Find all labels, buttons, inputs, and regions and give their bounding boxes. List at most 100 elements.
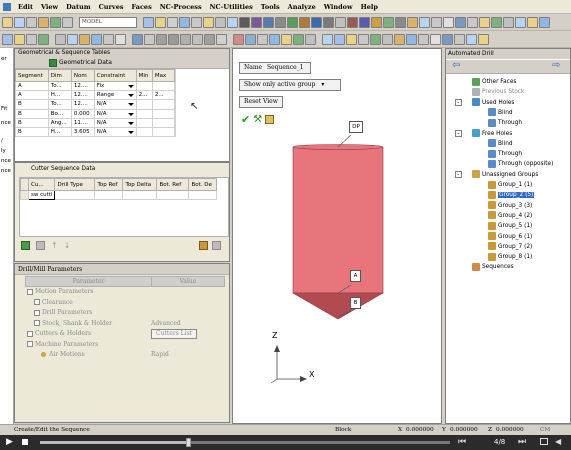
tree-item[interactable]: Free Holes xyxy=(472,129,512,139)
menu-analyze[interactable]: Analyze xyxy=(284,3,320,11)
tree-item[interactable]: Previous Stock xyxy=(472,87,524,97)
parameter-row[interactable]: Drill Parameters xyxy=(17,308,229,318)
toolbar-icon[interactable] xyxy=(293,33,304,45)
drill-model-canvas[interactable] xyxy=(233,49,441,423)
toolbar-icon[interactable] xyxy=(431,16,442,28)
move-up-icon[interactable]: ↑ xyxy=(51,241,58,250)
toolbar-icon[interactable] xyxy=(156,33,167,45)
dp-label[interactable]: DP xyxy=(349,121,363,133)
column-header[interactable]: Bot. De xyxy=(188,178,218,191)
toolbar-icon[interactable] xyxy=(50,16,61,28)
menu-ncutilities[interactable]: NC-Utilities xyxy=(206,3,257,11)
toolbar-icon[interactable] xyxy=(443,16,454,28)
dropdown-arrow-icon[interactable] xyxy=(127,83,134,89)
toolbar-icon[interactable] xyxy=(407,16,418,28)
tree-item[interactable]: Group_3 (3) xyxy=(488,201,532,211)
timeline-track[interactable] xyxy=(40,438,450,447)
dropdown-arrow-icon[interactable] xyxy=(127,120,134,126)
toolbar-icon[interactable] xyxy=(269,33,280,45)
parameter-checkbox[interactable] xyxy=(34,320,40,326)
toolbar-icon[interactable] xyxy=(503,16,514,28)
toolbar-icon[interactable] xyxy=(359,16,370,28)
toolbar-icon[interactable] xyxy=(245,33,256,45)
table-cell-dim[interactable]: Ang... xyxy=(47,117,72,128)
stop-icon[interactable] xyxy=(22,439,28,445)
toolbar-icon[interactable] xyxy=(132,33,143,45)
toolbar-icon[interactable] xyxy=(180,33,191,45)
toolbar-icon[interactable] xyxy=(539,16,550,28)
cutters-list-button[interactable]: Cutters List xyxy=(151,329,198,339)
table-cell-segment[interactable]: A xyxy=(15,80,49,92)
toolbar-icon[interactable] xyxy=(179,16,190,28)
tree-item[interactable]: Blind xyxy=(488,139,513,149)
dropdown-arrow-icon[interactable] xyxy=(127,92,134,98)
volume-icon[interactable]: ◀ xyxy=(555,437,561,446)
toolbar-icon[interactable] xyxy=(442,33,453,45)
menu-faces[interactable]: Faces xyxy=(128,3,156,11)
model-select[interactable]: MODEL xyxy=(79,16,137,28)
toolbar-icon[interactable] xyxy=(491,16,502,28)
toolbar-icon[interactable] xyxy=(191,16,202,28)
parameter-row[interactable]: Clearance xyxy=(17,298,229,308)
table-cell-min[interactable] xyxy=(135,126,153,138)
delete-row-icon[interactable] xyxy=(36,241,45,250)
toolbar-icon[interactable] xyxy=(2,16,13,28)
table-cell-top_delta[interactable] xyxy=(122,189,158,201)
table-cell-max[interactable] xyxy=(151,108,176,119)
toolbar-icon[interactable] xyxy=(311,16,322,28)
toolbar-icon[interactable] xyxy=(419,16,430,28)
table-cell-nom[interactable]: 0.000 xyxy=(70,108,95,119)
parameter-row[interactable]: Machine Parameters xyxy=(17,340,229,350)
parameter-row[interactable]: Motion Parameters xyxy=(17,287,229,297)
table-cell-segment[interactable]: B xyxy=(15,99,49,110)
table-row[interactable]: B Bo... 0.000 N/A xyxy=(15,108,176,119)
menu-edit[interactable]: Edit xyxy=(14,3,37,11)
toolbar-icon[interactable] xyxy=(239,16,250,28)
toolbar-icon[interactable] xyxy=(215,16,226,28)
tree-expander-icon[interactable]: - xyxy=(455,171,462,179)
dropdown-arrow-icon[interactable] xyxy=(127,111,134,117)
parameter-checkbox[interactable] xyxy=(27,288,33,295)
toolbar-icon[interactable] xyxy=(299,16,310,28)
toolbar-icon[interactable] xyxy=(167,16,178,28)
column-header[interactable]: Cu... xyxy=(27,178,56,191)
table-row[interactable]: B H... 3.605 N/A xyxy=(15,126,176,138)
tree-expander-icon[interactable]: - xyxy=(455,130,462,137)
toolbar-icon[interactable] xyxy=(358,33,369,45)
toolbar-icon[interactable] xyxy=(192,33,203,45)
column-header[interactable]: Bot. Ref xyxy=(156,178,190,191)
segment-a-label[interactable]: A xyxy=(350,270,361,282)
toolbar-icon[interactable] xyxy=(144,33,155,45)
table-cell-constraint[interactable]: Fix xyxy=(93,80,137,92)
parameter-checkbox[interactable] xyxy=(27,341,33,347)
toolbar-icon[interactable] xyxy=(55,33,66,45)
tree-item[interactable]: Blind xyxy=(488,108,513,118)
table-cell-segment[interactable]: A xyxy=(15,90,49,101)
toolbar-icon[interactable] xyxy=(478,33,489,45)
toolbar-icon[interactable] xyxy=(233,33,244,45)
toolbar-icon[interactable] xyxy=(382,33,393,45)
toolbar-icon[interactable] xyxy=(455,16,466,28)
table-cell-max[interactable] xyxy=(151,80,176,92)
toolbar-icon[interactable] xyxy=(466,33,477,45)
menu-datum[interactable]: Datum xyxy=(62,3,94,11)
table-cell-bot_ref[interactable] xyxy=(156,189,190,201)
column-header[interactable]: Max xyxy=(151,69,176,82)
toolbar-icon[interactable] xyxy=(371,16,382,28)
tree-item[interactable]: Group_5 (1) xyxy=(488,221,532,231)
fullscreen-icon[interactable] xyxy=(540,438,548,445)
toolbar-icon[interactable] xyxy=(103,33,114,45)
column-header[interactable]: Min xyxy=(135,69,153,82)
table-cell-constraint[interactable]: N/A xyxy=(93,108,137,119)
tree-item[interactable]: Unassigned Groups xyxy=(472,170,538,180)
toolbar-icon[interactable] xyxy=(479,16,490,28)
column-header[interactable]: Constraint xyxy=(93,69,137,82)
column-header[interactable]: Drill Type xyxy=(54,178,96,191)
table-row[interactable]: sw cutti xyxy=(20,189,218,201)
table-cell-dim[interactable]: To... xyxy=(47,80,72,92)
table-cell-segment[interactable]: B xyxy=(15,126,49,138)
toolbar-icon[interactable] xyxy=(26,16,37,28)
tool-icon[interactable] xyxy=(199,241,208,250)
table-cell-top_ref[interactable] xyxy=(94,189,124,201)
tree-item[interactable]: Through xyxy=(488,118,522,128)
